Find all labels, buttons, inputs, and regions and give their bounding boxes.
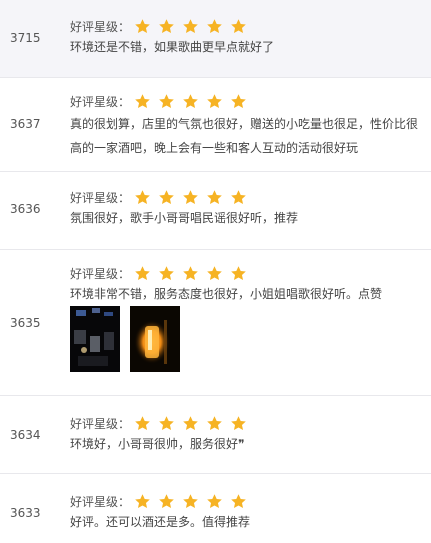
star-icon (182, 189, 199, 206)
rating-label: 好评星级： (70, 94, 131, 109)
review-row: 3715 好评星级： 环境还是不错，如果歌曲更早点就好了 (0, 0, 431, 78)
rating-label: 好评星级： (70, 190, 131, 205)
star-icon (134, 493, 151, 510)
review-text: 真的很划算，店里的气氛也很好，赠送的小吃量也很足，性价比很高的一家酒吧，晚上会有… (70, 117, 419, 155)
review-id: 3636 (10, 202, 41, 216)
review-row: 3636 好评星级： 氛围很好，歌手小哥哥唱民谣很好听，推荐 (0, 172, 431, 250)
review-text: 环境还是不错，如果歌曲更早点就好了 (70, 40, 275, 54)
star-rating (134, 493, 254, 510)
star-icon (158, 415, 175, 432)
star-icon (158, 93, 175, 110)
star-icon (182, 18, 199, 35)
review-id: 3635 (10, 316, 41, 330)
review-text: 氛围很好，歌手小哥哥唱民谣很好听，推荐 (70, 211, 299, 225)
star-icon (134, 18, 151, 35)
star-icon (158, 189, 175, 206)
star-icon (182, 265, 199, 282)
star-icon (230, 265, 247, 282)
star-icon (206, 93, 223, 110)
review-id: 3715 (10, 31, 41, 45)
rating-label: 好评星级： (70, 19, 131, 34)
star-icon (134, 415, 151, 432)
star-icon (206, 265, 223, 282)
review-text: 环境好，小哥哥很帅，服务很好❞ (70, 437, 245, 451)
star-icon (230, 18, 247, 35)
review-text: 好评。还可以酒还是多。值得推荐 (70, 515, 251, 529)
star-icon (230, 93, 247, 110)
star-icon (182, 93, 199, 110)
star-icon (206, 189, 223, 206)
star-icon (134, 189, 151, 206)
star-icon (182, 415, 199, 432)
star-icon (158, 493, 175, 510)
star-rating (134, 415, 254, 432)
review-list: 3715 好评星级： 环境还是不错，如果歌曲更早点就好了 3637 好评星级： (0, 0, 431, 543)
star-rating (134, 265, 254, 282)
star-icon (206, 415, 223, 432)
star-icon (134, 93, 151, 110)
review-row: 3634 好评星级： 环境好，小哥哥很帅，服务很好❞ (0, 396, 431, 474)
review-row: 3637 好评星级： 真的很划算，店里的气氛也很好，赠送的小吃量也很足，性价比很… (0, 78, 431, 172)
star-icon (206, 18, 223, 35)
star-icon (206, 493, 223, 510)
review-id: 3634 (10, 428, 41, 442)
star-icon (134, 265, 151, 282)
review-photos (70, 306, 423, 372)
review-photo-thumbnail[interactable] (70, 306, 120, 372)
star-icon (230, 189, 247, 206)
star-icon (230, 493, 247, 510)
rating-label: 好评星级： (70, 416, 131, 431)
star-icon (182, 493, 199, 510)
star-rating (134, 189, 254, 206)
star-icon (230, 415, 247, 432)
star-rating (134, 93, 254, 110)
review-id: 3633 (10, 506, 41, 520)
rating-label: 好评星级： (70, 494, 131, 509)
review-text: 环境非常不错，服务态度也很好，小姐姐唱歌很好听。点赞 (70, 287, 383, 301)
review-id: 3637 (10, 117, 41, 131)
star-icon (158, 18, 175, 35)
review-row: 3635 好评星级： 环境非常不错，服务态度也很好，小姐姐唱歌很好听。点赞 (0, 250, 431, 396)
review-row: 3633 好评星级： 好评。还可以酒还是多。值得推荐 (0, 474, 431, 543)
review-photo-thumbnail[interactable] (130, 306, 180, 372)
star-icon (158, 265, 175, 282)
rating-label: 好评星级： (70, 266, 131, 281)
star-rating (134, 18, 254, 35)
